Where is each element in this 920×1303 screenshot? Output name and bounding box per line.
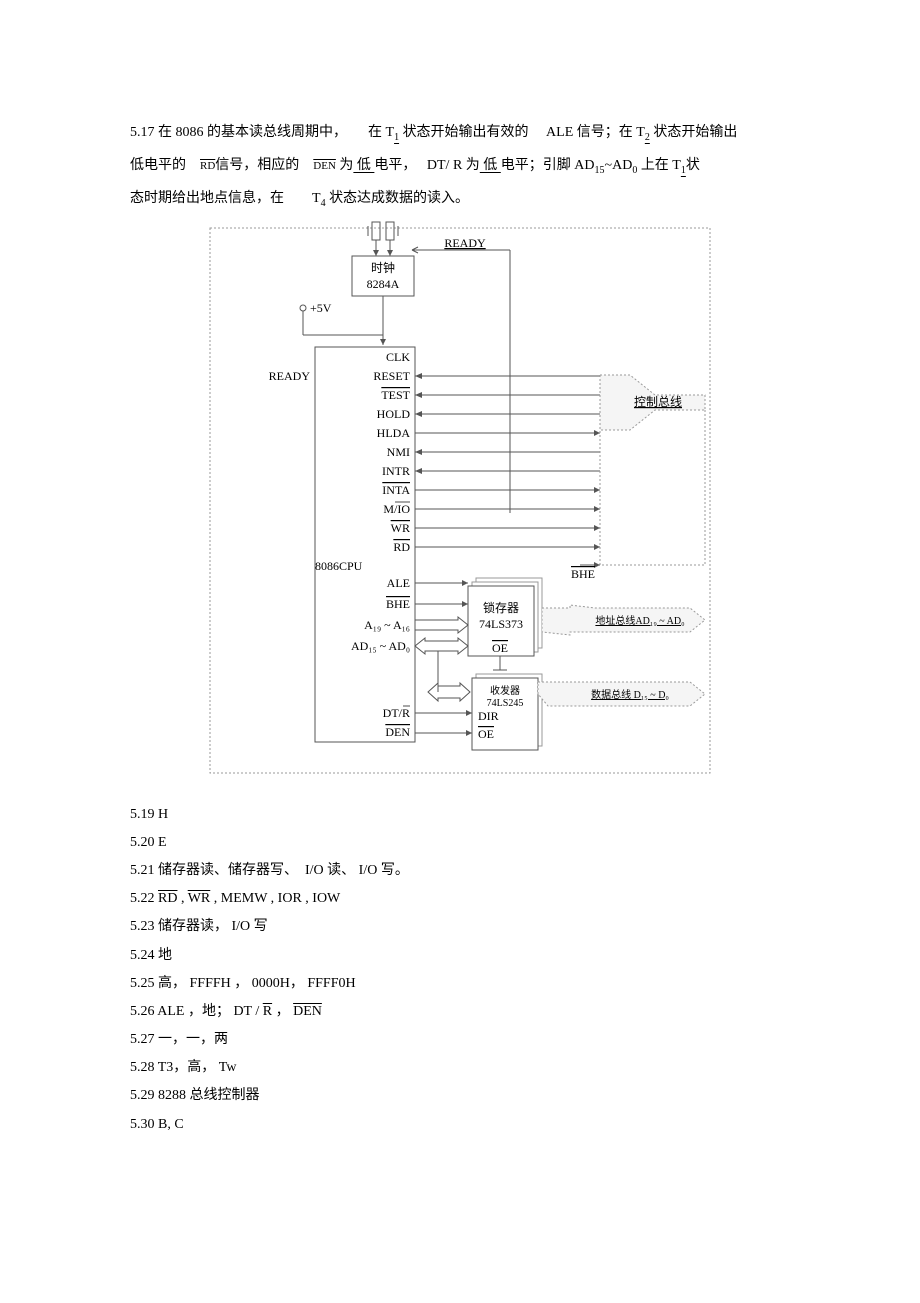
answer-5-25: 5.25 高， FFFFH ， 0000H， FFFF0H (130, 971, 790, 996)
diagram-trans2: 74LS245 (487, 698, 524, 709)
q517-den: DEN (313, 160, 336, 172)
diagram-intr: INTR (382, 464, 410, 478)
q517-ad15: 15 (595, 165, 605, 176)
diagram-dtr-pin: DT/R (383, 706, 410, 720)
a526-r: R (263, 1004, 272, 1019)
diagram-addrbus: 地址总线AD₁₉ ~ AD₀ (595, 614, 685, 627)
diagram-ale: ALE (387, 576, 410, 590)
a526-c: ， (272, 1004, 293, 1019)
q517-text-1: 5.17 在 8086 的基本读总线周期中， 在 T (130, 125, 394, 140)
diagram-clock-label: 时钟 (371, 260, 395, 275)
diagram-wr: WR (391, 521, 410, 535)
diagram-inta: INTA (382, 483, 410, 497)
answer-5-23: 5.23 储存器读， I/O 写 (130, 914, 790, 939)
diagram-ctrlbus: 控制总线 (634, 395, 682, 409)
diagram-8284a-label: 8284A (367, 277, 400, 291)
a526-prefix: 5.26 ALE ，地； DT / (130, 1004, 263, 1019)
diagram-cpu-label: 8086CPU (315, 559, 363, 573)
answer-5-19: 5.19 H (130, 802, 790, 827)
answer-5-21: 5.21 储存器读、储存器写、 I/O 读、 I/O 写。 (130, 858, 790, 883)
diagram-bhe: BHE (386, 597, 410, 611)
a526-den: DEN (293, 1004, 322, 1019)
q517-l2d: 电平， DT/ R 为 (374, 158, 479, 173)
q517-rd: RD (200, 160, 215, 172)
a522-rest: , MEMW , IOR , IOW (210, 891, 340, 906)
a522-wr: WR (188, 891, 211, 906)
answer-5-22: 5.22 RD , WR , MEMW , IOR , IOW (130, 886, 790, 911)
question-5-17-line2: 低电平的 RD信号，相应的 DEN 为 低 电平， DT/ R 为 低 电平；引… (130, 153, 790, 180)
a522-c1: , (177, 891, 187, 906)
diagram-rd: RD (393, 540, 410, 554)
diagram-test: TEST (381, 388, 410, 402)
question-5-17: 5.17 在 8086 的基本读总线周期中， 在 T1 状态开始输出有效的 AL… (130, 120, 790, 147)
q517-l2a: 低电平的 (130, 158, 200, 173)
answer-5-27: 5.27 一，一，两 (130, 1027, 790, 1052)
diagram-ready-label: READY (444, 236, 486, 250)
q517-b1: 低 (353, 158, 374, 173)
answer-5-26: 5.26 ALE ，地； DT / R ， DEN (130, 999, 790, 1024)
diagram-8086: READY 时钟 8284A +5V READY CLK RESET TEST … (130, 220, 790, 789)
diagram-reset: RESET (373, 369, 410, 383)
answer-5-30: 5.30 B, C (130, 1112, 790, 1137)
diagram-a19a16: A₁₉ ~ A₁₆ (364, 618, 410, 632)
q517-b2: 低 (480, 158, 501, 173)
q517-text-2b: 状态开始输出 (650, 125, 738, 140)
diagram-bhe2: BHE (571, 567, 595, 581)
q517-l2c: 为 (336, 158, 354, 173)
diagram-clk: CLK (386, 350, 410, 364)
diagram-hold: HOLD (377, 407, 411, 421)
diagram-oe2: OE (478, 727, 494, 741)
diagram-oe: OE (492, 641, 508, 655)
diagram-dir: DIR (478, 709, 499, 723)
diagram-mio: M/IO (383, 502, 410, 516)
diagram-hlda: HLDA (377, 426, 411, 440)
q517-l2f: 上在 T (637, 158, 681, 173)
answer-5-28: 5.28 T3，高， Tw (130, 1055, 790, 1080)
diagram-latch1: 锁存器 (483, 600, 519, 615)
q517-l2e: 电平；引脚 AD (501, 158, 595, 173)
answer-5-29: 5.29 8288 总线控制器 (130, 1083, 790, 1108)
diagram-ad15ad0: AD₁₅ ~ AD₀ (351, 639, 410, 653)
diagram-den-pin: DEN (385, 725, 410, 739)
diagram-trans1: 收发器 (490, 684, 520, 697)
question-5-17-line3: 态时期给出地点信息，在 T4 状态达成数据的读入。 (130, 186, 790, 213)
answer-5-20: 5.20 E (130, 830, 790, 855)
a522-rd: RD (158, 891, 177, 906)
diagram-latch2: 74LS373 (479, 617, 523, 631)
q517-tilde: ~AD (605, 158, 633, 173)
q517-l2g: 状 (686, 158, 700, 173)
q517-l2b: 信号，相应的 (215, 158, 313, 173)
q517-l3b: 状态达成数据的读入。 (326, 191, 470, 206)
diagram-ready2-label: READY (269, 369, 311, 383)
a522-prefix: 5.22 (130, 891, 158, 906)
diagram-databus: 数据总线 D₁₅ ~ D₀ (591, 688, 669, 701)
diagram-svg: READY 时钟 8284A +5V READY CLK RESET TEST … (200, 220, 720, 780)
diagram-5v-label: +5V (310, 301, 332, 315)
q517-text-2: 状态开始输出有效的 ALE 信号；在 T (399, 125, 645, 140)
answer-5-24: 5.24 地 (130, 943, 790, 968)
q517-l3a: 态时期给出地点信息，在 T (130, 191, 321, 206)
diagram-nmi: NMI (387, 445, 410, 459)
